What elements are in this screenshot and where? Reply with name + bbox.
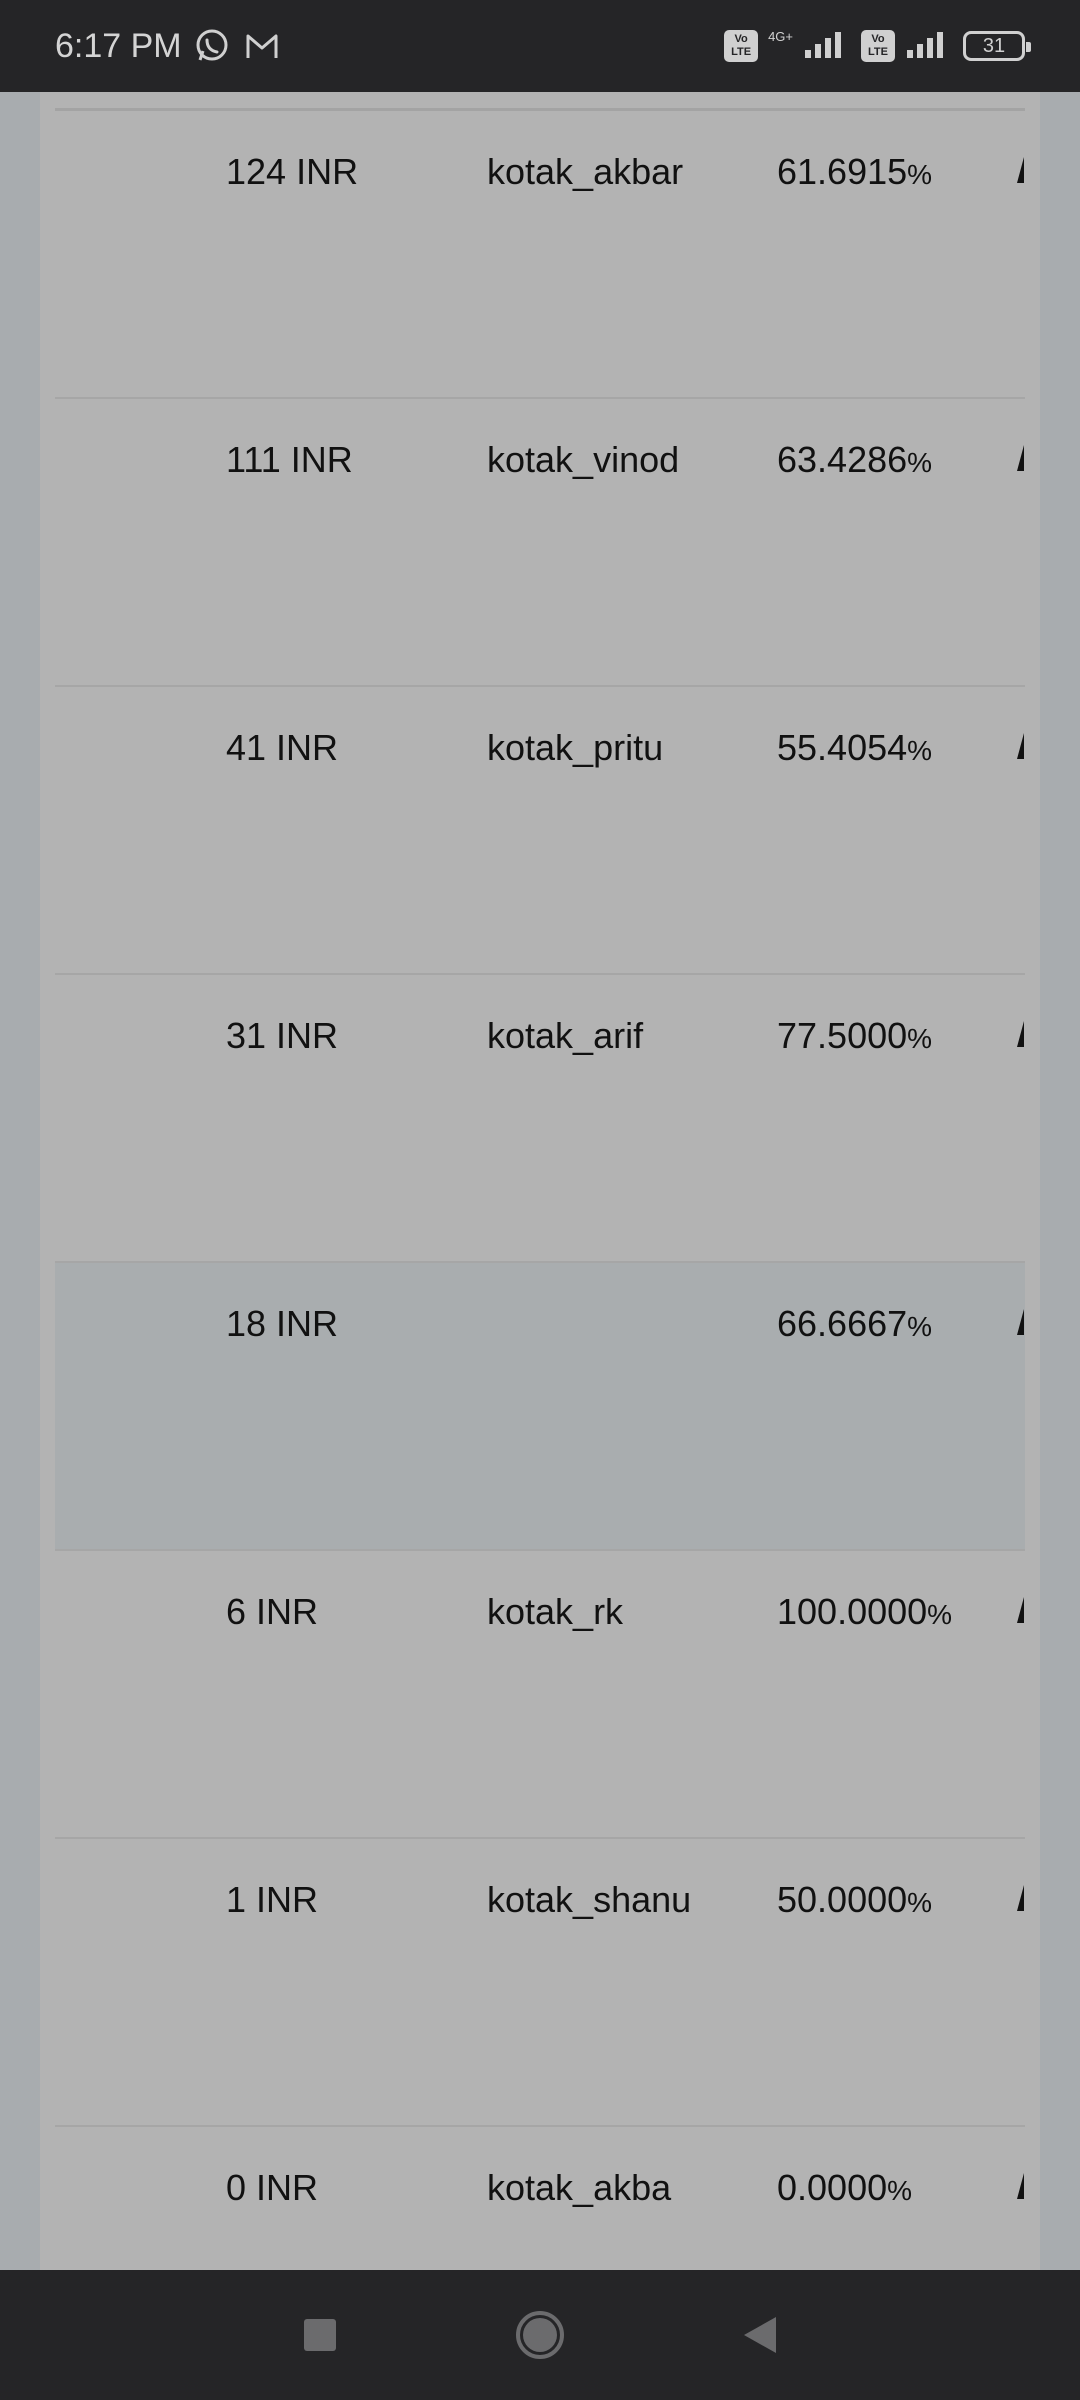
rate-unit: % bbox=[907, 735, 933, 766]
user-cell: kotak_akbar bbox=[487, 151, 684, 192]
clipped-column-icon bbox=[1017, 157, 1025, 187]
amount-cell: 124 INR bbox=[226, 151, 359, 192]
table-row-selected[interactable]: 18 INR 66.6667% bbox=[55, 1263, 1025, 1551]
table-row[interactable]: 1 INR kotak_shanu 50.0000% bbox=[55, 1839, 1025, 2127]
rate-cell: 50.0000% bbox=[777, 1879, 932, 1921]
table-row[interactable]: 124 INR kotak_akbar 61.6915% bbox=[55, 111, 1025, 399]
user-cell: kotak_pritu bbox=[487, 727, 664, 768]
rate-cell: 66.6667% bbox=[777, 1303, 932, 1345]
rate-value: 100.0000 bbox=[777, 1591, 928, 1632]
clipped-column-icon bbox=[1017, 445, 1025, 475]
status-time: 6:17 PM bbox=[55, 26, 182, 65]
amount-cell: 41 INR bbox=[226, 727, 339, 768]
table-row[interactable]: 0 INR kotak_akba 0.0000% bbox=[55, 2127, 1025, 2270]
recents-square-icon bbox=[304, 2319, 336, 2351]
gmail-icon bbox=[242, 26, 282, 66]
rate-value: 0.0000 bbox=[777, 2167, 888, 2208]
rate-cell: 77.5000% bbox=[777, 1015, 932, 1057]
clipped-column-icon bbox=[1017, 1885, 1025, 1915]
rate-cell: 100.0000% bbox=[777, 1591, 952, 1633]
table-row[interactable]: 6 INR kotak_rk 100.0000% bbox=[55, 1551, 1025, 1839]
signal-strength-icon-2 bbox=[905, 28, 953, 65]
amount-cell: 18 INR bbox=[226, 1303, 339, 1344]
status-right: Vo LTE 4G+ Vo LTE 31 bbox=[724, 28, 1031, 65]
table-card[interactable]: 124 INR kotak_akbar 61.6915% 111 INR kot… bbox=[40, 92, 1040, 2270]
clipped-column-icon bbox=[1017, 2173, 1025, 2203]
scrim-left bbox=[0, 92, 40, 2270]
rate-value: 63.4286 bbox=[777, 439, 908, 480]
user-cell: kotak_shanu bbox=[487, 1879, 692, 1920]
clipped-column-icon bbox=[1017, 1597, 1025, 1627]
rate-value: 55.4054 bbox=[777, 727, 908, 768]
user-cell: kotak_akba bbox=[487, 2167, 672, 2208]
rate-cell: 63.4286% bbox=[777, 439, 932, 481]
rate-cell: 0.0000% bbox=[777, 2167, 912, 2209]
home-circle-icon bbox=[516, 2311, 564, 2359]
clipped-column-icon bbox=[1017, 733, 1025, 763]
clipped-column-icon bbox=[1017, 1021, 1025, 1051]
amount-cell: 6 INR bbox=[226, 1591, 319, 1632]
battery-icon: 31 bbox=[963, 31, 1031, 61]
rate-value: 61.6915 bbox=[777, 151, 908, 192]
table-row[interactable]: 111 INR kotak_vinod 63.4286% bbox=[55, 399, 1025, 687]
rate-unit: % bbox=[907, 159, 933, 190]
back-triangle-icon bbox=[744, 2317, 776, 2353]
amount-cell: 111 INR bbox=[226, 439, 353, 480]
scrim-right bbox=[1040, 92, 1080, 2270]
back-button[interactable] bbox=[730, 2305, 790, 2365]
volte-icon-2: Vo LTE bbox=[861, 30, 895, 62]
rate-unit: % bbox=[887, 2175, 913, 2206]
rate-unit: % bbox=[907, 1887, 933, 1918]
recents-button[interactable] bbox=[290, 2305, 350, 2365]
rate-unit: % bbox=[907, 1023, 933, 1054]
rate-unit: % bbox=[907, 447, 933, 478]
amount-cell: 0 INR bbox=[226, 2167, 319, 2208]
rate-cell: 55.4054% bbox=[777, 727, 932, 769]
rate-unit: % bbox=[927, 1599, 953, 1630]
battery-level: 31 bbox=[982, 34, 1006, 57]
amount-cell: 31 INR bbox=[226, 1015, 339, 1056]
home-button[interactable] bbox=[510, 2305, 570, 2365]
rate-unit: % bbox=[907, 1311, 933, 1342]
table-row[interactable]: 41 INR kotak_pritu 55.4054% bbox=[55, 687, 1025, 975]
clipped-column-icon bbox=[1017, 1309, 1025, 1339]
rate-value: 77.5000 bbox=[777, 1015, 908, 1056]
rate-cell: 61.6915% bbox=[777, 151, 932, 193]
user-cell: kotak_vinod bbox=[487, 439, 680, 480]
amount-cell: 1 INR bbox=[226, 1879, 319, 1920]
whatsapp-icon bbox=[192, 26, 232, 66]
rate-value: 50.0000 bbox=[777, 1879, 908, 1920]
navigation-bar bbox=[0, 2270, 1080, 2400]
volte-icon: Vo LTE bbox=[724, 30, 759, 62]
rate-value: 66.6667 bbox=[777, 1303, 908, 1344]
signal-strength-icon bbox=[803, 28, 851, 65]
user-cell: kotak_arif bbox=[487, 1015, 644, 1056]
network-type: 4G+ bbox=[768, 28, 793, 44]
status-bar: 6:17 PM Vo LTE 4G+ Vo LTE 31 bbox=[0, 0, 1080, 92]
status-left: 6:17 PM bbox=[55, 26, 282, 66]
table-row[interactable]: 31 INR kotak_arif 77.5000% bbox=[55, 975, 1025, 1263]
user-cell: kotak_rk bbox=[487, 1591, 624, 1632]
